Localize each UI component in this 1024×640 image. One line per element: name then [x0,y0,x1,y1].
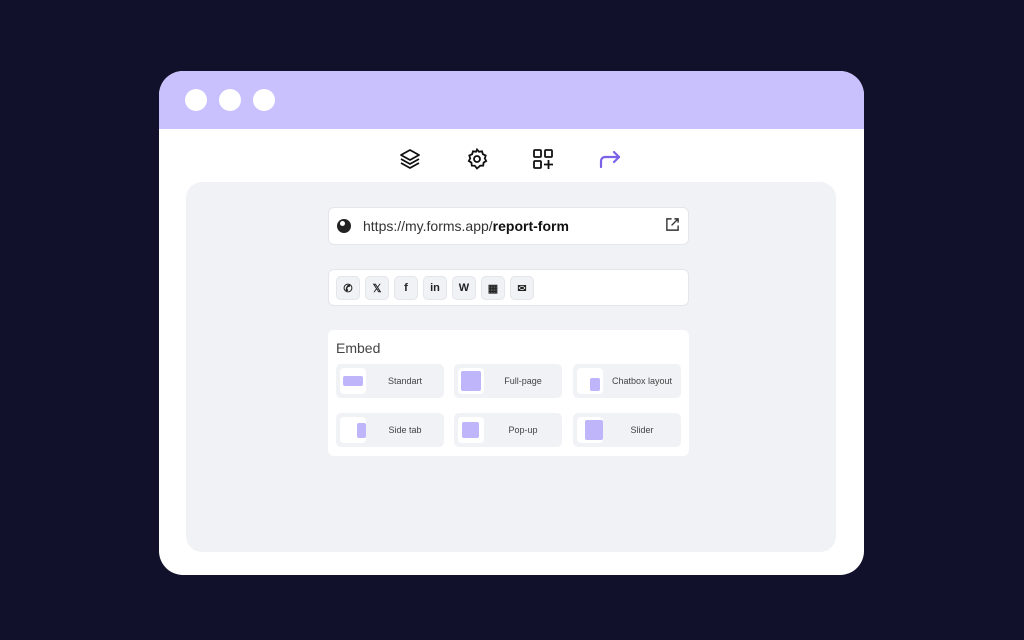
email-icon: ✉ [517,282,527,295]
window-dot-close[interactable] [185,89,207,111]
qr-code-icon: ▦ [487,282,499,295]
embed-option-label: Full-page [504,376,542,386]
embed-title: Embed [336,340,381,356]
embed-option-chatbox-layout[interactable]: Chatbox layout [573,364,681,398]
embed-option-label: Slider [630,425,654,435]
embed-option-label: Side tab [388,425,422,435]
layers-icon[interactable] [397,146,423,172]
form-url-field[interactable]: https://my.forms.app/report-form [328,207,689,245]
social-share-bar: ✆ 𝕏f in W ▦ ✉ [328,269,689,306]
embed-option-standart[interactable]: Standart [336,364,444,398]
open-external-icon[interactable] [665,217,680,235]
x-share-button[interactable]: 𝕏 [365,276,389,300]
facebook-share-button[interactable]: f [394,276,418,300]
gear-icon[interactable] [464,146,490,172]
embed-option-pop-up[interactable]: Pop-up [454,413,562,447]
facebook-icon: f [404,282,408,294]
browser-window: https://my.forms.app/report-form ✆ 𝕏f in W ▦… [159,71,864,575]
globe-icon [337,219,351,233]
share-panel: https://my.forms.app/report-form ✆ 𝕏f in W ▦… [186,182,836,552]
wordpress-icon: W [458,282,470,294]
embed-option-slider[interactable]: Slider [573,413,681,447]
linkedin-share-button[interactable]: in [423,276,447,300]
embed-option-label: Chatbox layout [611,376,673,386]
embed-option-side-tab[interactable]: Side tab [336,413,444,447]
whatsapp-icon: ✆ [343,282,353,295]
embed-option-full-page[interactable]: Full-page [454,364,562,398]
add-widget-icon[interactable] [530,146,556,172]
share-arrow-icon[interactable] [597,146,623,172]
url-prefix: https://my.forms.app/ [363,218,493,234]
x-icon: 𝕏 [372,282,382,295]
wordpress-share-button[interactable]: W [452,276,476,300]
title-bar [159,71,864,129]
linkedin-icon: in [430,282,440,294]
window-dot-maximize[interactable] [253,89,275,111]
qr-code-share-button[interactable]: ▦ [481,276,505,300]
embed-option-label: Standart [387,376,423,386]
email-share-button[interactable]: ✉ [510,276,534,300]
embed-option-label: Pop-up [508,425,538,435]
whatsapp-share-button[interactable]: ✆ [336,276,360,300]
window-dot-minimize[interactable] [219,89,241,111]
url-slug: report-form [492,218,569,234]
embed-section: Embed Standart Full-page Chatbox layout … [328,330,689,456]
